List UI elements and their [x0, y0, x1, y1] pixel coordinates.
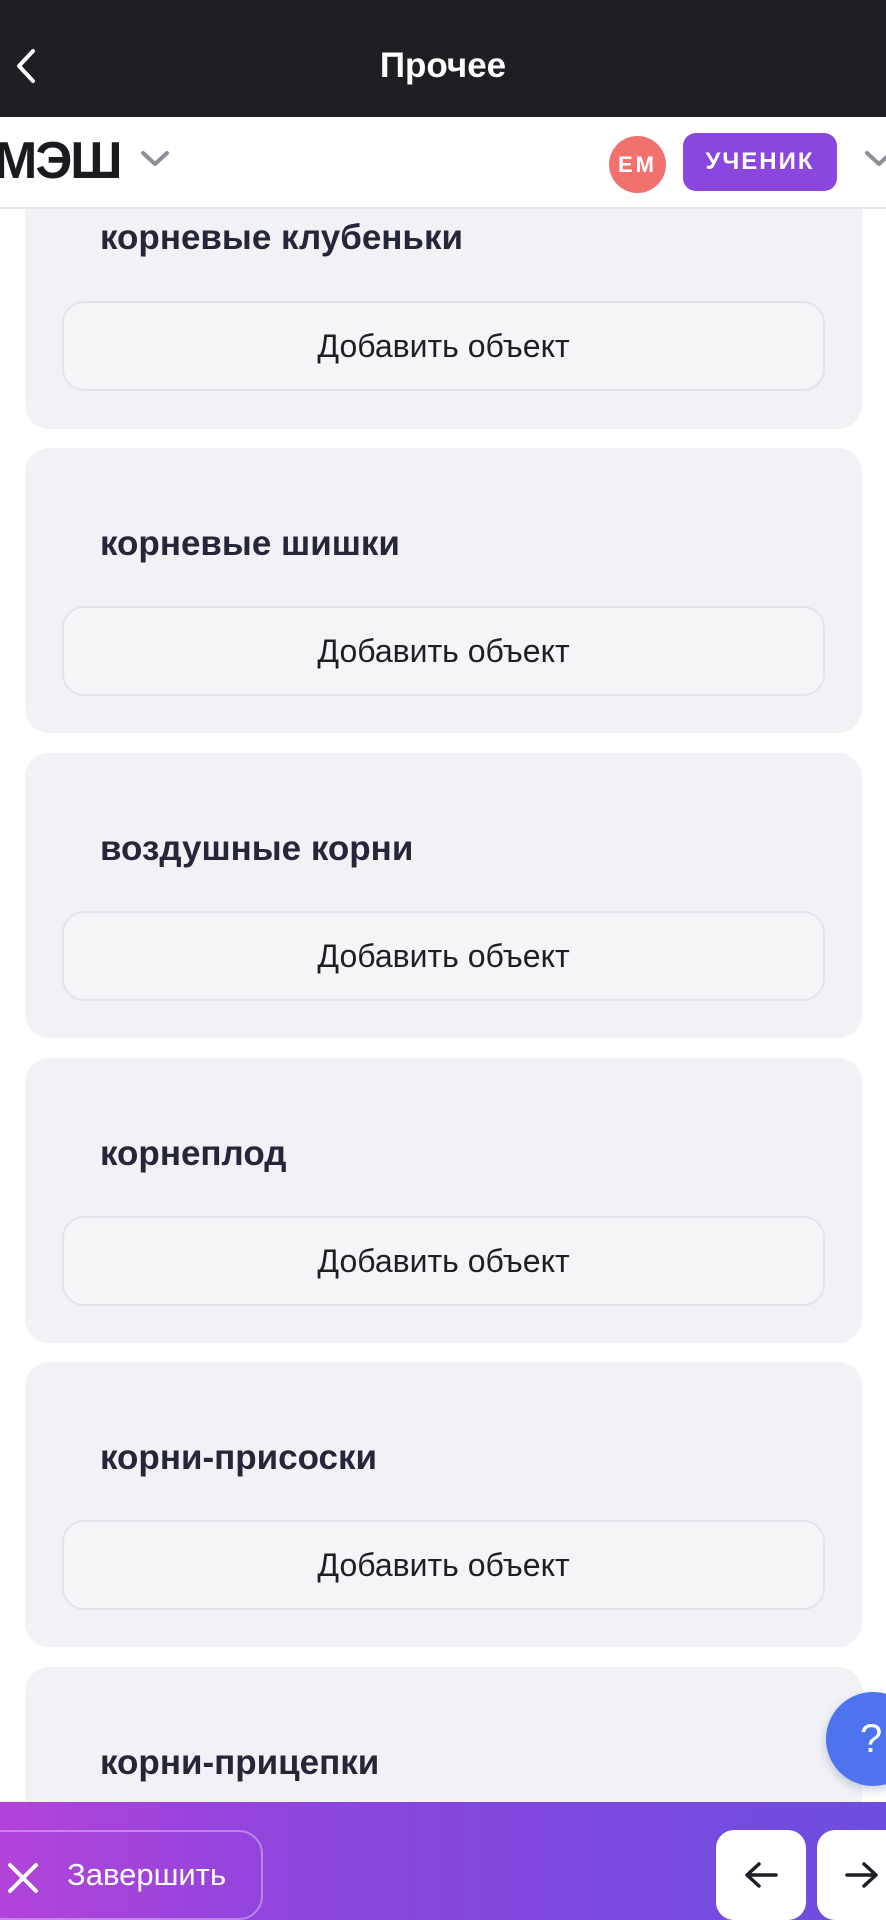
category-card: корни-присоски Добавить объект: [25, 1362, 862, 1647]
chevron-down-icon[interactable]: [864, 150, 886, 168]
arrow-left-icon: [745, 1862, 778, 1888]
add-object-button[interactable]: Добавить объект: [62, 606, 825, 696]
category-title: корни-прицепки: [100, 1743, 380, 1782]
bottom-bar: Завершить: [0, 1802, 886, 1920]
page-title: Прочее: [379, 46, 507, 85]
add-object-button[interactable]: Добавить объект: [62, 301, 825, 391]
finish-button-label: Завершить: [67, 1857, 227, 1892]
role-badge[interactable]: УЧЕНИК: [683, 133, 837, 191]
next-button[interactable]: [817, 1830, 886, 1920]
category-title: корни-присоски: [100, 1438, 378, 1477]
category-card: воздушные корни Добавить объект: [25, 753, 862, 1038]
category-card: корневые шишки Добавить объект: [25, 448, 862, 733]
category-card: корнеплод Добавить объект: [25, 1058, 862, 1343]
previous-button[interactable]: [716, 1830, 806, 1920]
app-logo-text[interactable]: МЭШ: [0, 135, 123, 187]
close-icon: [8, 1863, 38, 1893]
category-title: корневые шишки: [100, 524, 400, 563]
arrow-right-icon: [845, 1862, 878, 1888]
category-title: корнеплод: [100, 1134, 287, 1173]
top-bar: Прочее: [0, 0, 886, 117]
category-title: корневые клубеньки: [100, 218, 463, 257]
add-object-button[interactable]: Добавить объект: [62, 1216, 825, 1306]
add-object-button[interactable]: Добавить объект: [62, 911, 825, 1001]
chevron-down-icon[interactable]: [140, 150, 170, 168]
category-title: воздушные корни: [100, 829, 414, 868]
avatar[interactable]: ЕМ: [609, 136, 666, 193]
add-object-button[interactable]: Добавить объект: [62, 1520, 825, 1610]
finish-button[interactable]: Завершить: [0, 1830, 263, 1920]
